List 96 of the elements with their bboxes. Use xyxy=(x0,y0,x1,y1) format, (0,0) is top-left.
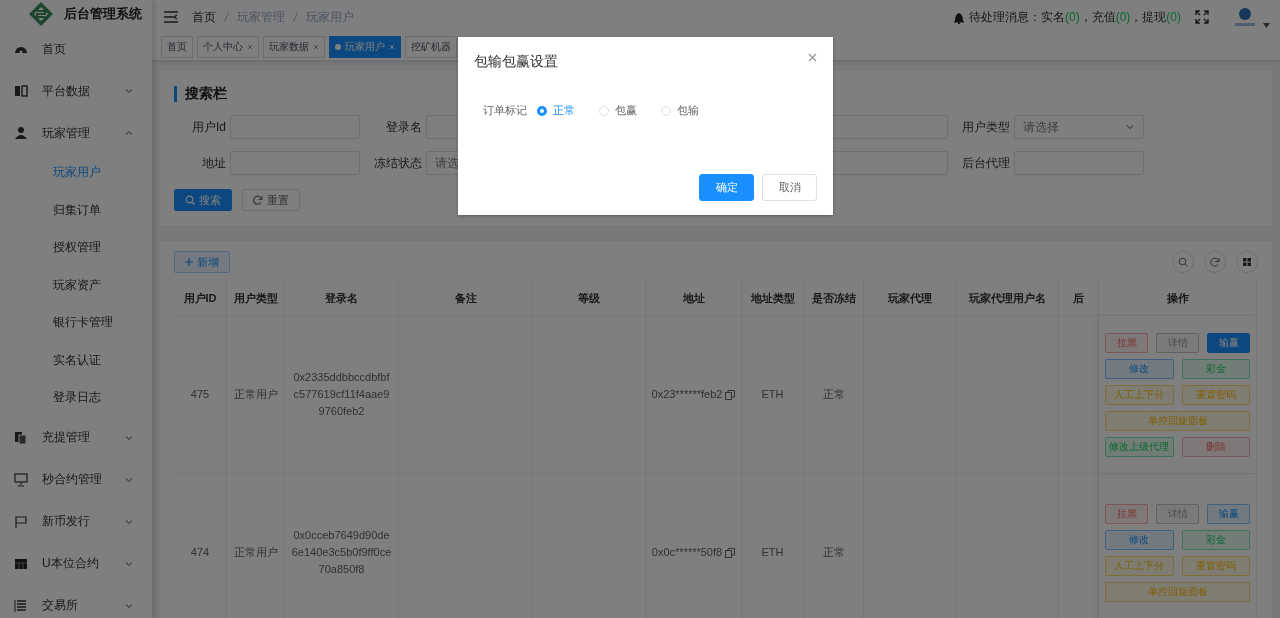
action-button[interactable]: 输赢 xyxy=(1207,332,1250,353)
plus-icon xyxy=(185,258,193,266)
radio-option[interactable]: 包赢 xyxy=(599,103,637,118)
section-title: 搜索栏 xyxy=(185,85,227,103)
column-header: 后 xyxy=(1059,281,1099,316)
menu-item[interactable]: 平台数据 xyxy=(0,70,152,112)
column-header: 操作 xyxy=(1099,281,1257,316)
search-icon xyxy=(185,195,195,205)
fullscreen-icon[interactable] xyxy=(1195,10,1209,24)
table-cell-text: 474 xyxy=(190,545,210,560)
field-label: 用户Id xyxy=(191,118,226,136)
column-header: 登录名 xyxy=(285,281,399,316)
table-cell-text: 正常 xyxy=(822,387,845,402)
column-header: 是否冻结 xyxy=(804,281,864,316)
menu-item[interactable]: 首页 xyxy=(0,28,152,70)
menu-icon[interactable] xyxy=(164,11,178,23)
table-cell-text: ETH xyxy=(761,387,784,402)
menu-item[interactable]: 充提管理 xyxy=(0,416,152,459)
confirm-button[interactable]: 确定 xyxy=(699,174,754,201)
submenu-item[interactable]: 玩家用户 xyxy=(0,154,152,192)
cancel-button[interactable]: 取消 xyxy=(762,174,817,201)
caret-icon xyxy=(1263,23,1270,28)
radio-option[interactable]: 包输 xyxy=(661,103,699,118)
field-label: 登录名 xyxy=(385,118,422,136)
submenu-item[interactable]: 银行卡管理 xyxy=(0,304,152,342)
search-button[interactable]: 搜索 xyxy=(174,189,232,211)
copy-icon[interactable] xyxy=(725,547,736,558)
monitor-icon xyxy=(14,472,28,487)
copy-icon[interactable] xyxy=(725,389,736,400)
table-cell-text: 475 xyxy=(190,387,210,402)
radio-button[interactable] xyxy=(537,105,547,116)
menu-item[interactable]: U本位合约 xyxy=(0,542,152,585)
bell-icon xyxy=(953,10,965,24)
submenu-item[interactable]: 实名认证 xyxy=(0,341,152,379)
tab[interactable]: 玩家数据 xyxy=(263,36,325,58)
close-icon[interactable] xyxy=(247,44,253,50)
pending-messages: 待处理消息：实名(0)，充值(0)，提现(0) xyxy=(969,8,1181,26)
field-label: 冻结状态 xyxy=(373,154,422,172)
select-field[interactable]: 请选择 xyxy=(1014,115,1144,139)
title-accent xyxy=(174,86,177,102)
table-cell-text: 正常用户 xyxy=(233,545,278,560)
menu-item[interactable]: 交易所 xyxy=(0,584,152,618)
tab[interactable]: 首页 xyxy=(161,36,193,58)
column-header: 用户类型 xyxy=(227,281,285,316)
app-title: 后台管理系统 xyxy=(64,5,142,23)
menu-item[interactable]: 新币发行 xyxy=(0,500,152,543)
menu-item[interactable]: 秒合约管理 xyxy=(0,458,152,501)
column-header: 玩家代理 xyxy=(864,281,957,316)
tab[interactable]: 挖矿机器 xyxy=(405,36,457,58)
close-icon[interactable] xyxy=(313,44,319,50)
table-cell-text: ETH xyxy=(761,545,784,560)
column-header: 玩家代理用户名 xyxy=(957,281,1059,316)
radio-option[interactable]: 正常 xyxy=(537,103,575,118)
column-header: 等级 xyxy=(533,281,646,316)
book-icon xyxy=(14,84,28,98)
search-icon xyxy=(1178,257,1188,267)
submenu-item[interactable]: 玩家资产 xyxy=(0,266,152,304)
refresh-icon xyxy=(1210,257,1220,267)
submenu-item[interactable]: 归集订单 xyxy=(0,191,152,229)
dialog-title: 包输包赢设置 xyxy=(474,53,558,71)
table-cell-text: 正常 xyxy=(822,545,845,560)
column-header: 用户ID xyxy=(174,281,227,316)
search-button[interactable] xyxy=(1172,251,1194,273)
field-label: 用户类型 xyxy=(961,118,1010,136)
field-label: 地址 xyxy=(201,154,226,172)
column-header: 地址类型 xyxy=(742,281,804,316)
close-icon[interactable] xyxy=(808,53,817,62)
user-icon xyxy=(14,126,28,140)
column-header: 备注 xyxy=(399,281,533,316)
submenu-item[interactable]: 登录日志 xyxy=(0,379,152,417)
breadcrumb-separator-icon xyxy=(224,12,229,22)
breadcrumb-item[interactable]: 首页 xyxy=(192,8,216,26)
reset-button[interactable]: 重置 xyxy=(242,189,300,211)
list-icon xyxy=(14,598,28,613)
table-icon xyxy=(14,556,28,571)
field-label: 订单标记 xyxy=(483,103,527,118)
field-label: 后台代理 xyxy=(961,154,1010,172)
table-cell-text: 0x0cceb7649d90de6e140e3c5b0f9ff0ce70a850f8 xyxy=(291,528,392,577)
add-button[interactable]: 新增 xyxy=(174,251,230,273)
menu-item[interactable]: 玩家管理 xyxy=(0,112,152,154)
chevron-icon xyxy=(1125,122,1135,132)
table-cell-text: 0x23******feb2 xyxy=(651,387,723,402)
flag-icon xyxy=(14,514,28,529)
breadcrumb-separator-icon xyxy=(293,12,298,22)
grid-button[interactable] xyxy=(1236,251,1258,273)
table-cell-text: 0x2335ddbbccdbfbfc577619cf11f4aae99760feb2 xyxy=(292,370,391,419)
table-cell-text: 0x0c******50f8 xyxy=(651,545,723,560)
refresh-icon xyxy=(253,195,263,205)
table-cell-text: 正常用户 xyxy=(233,387,278,402)
column-header: 地址 xyxy=(646,281,742,316)
tab[interactable]: 玩家用户 xyxy=(329,36,401,58)
grid-icon xyxy=(1242,257,1252,267)
tab[interactable]: 个人中心 xyxy=(197,36,259,58)
refresh-button[interactable] xyxy=(1204,251,1226,273)
submenu-item[interactable]: 授权管理 xyxy=(0,229,152,267)
documents-icon xyxy=(14,430,28,445)
